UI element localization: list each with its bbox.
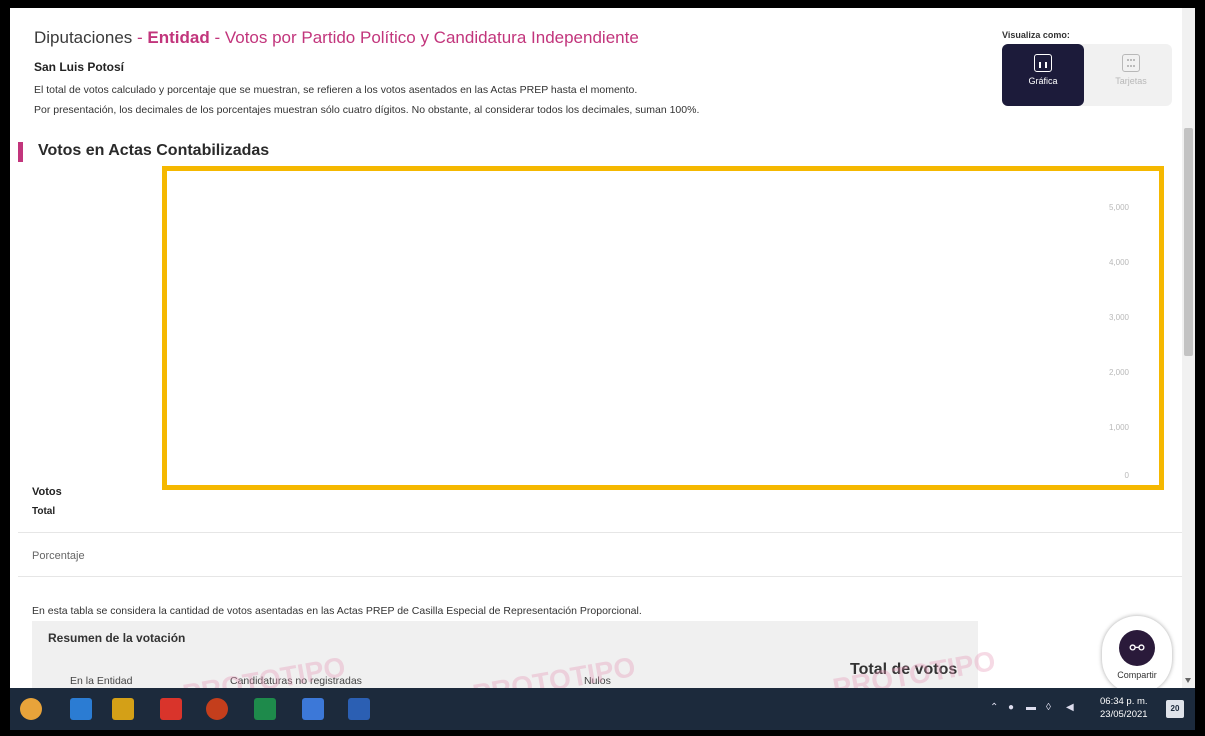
photos-icon[interactable] [302,698,324,720]
cards-view-button[interactable]: Tarjetas [1090,44,1172,106]
share-icon: ⚯ [1119,630,1155,666]
divider [18,576,1182,577]
title-separator: - [209,28,225,47]
tray-chevron-icon[interactable]: ⌃ [990,702,998,713]
page-title: Diputaciones - Entidad - Votos por Parti… [34,28,639,48]
grid-icon [1122,54,1140,72]
view-toggle: Gráfica Tarjetas [1002,44,1172,106]
y-axis-tick: 3,000 [1108,313,1129,322]
vertical-scrollbar[interactable] [1182,8,1195,688]
y-axis-tick: 1,000 [1108,423,1129,432]
system-clock[interactable]: 06:34 p. m. 23/05/2021 [1100,695,1148,721]
percentage-row-label: Porcentaje [32,550,85,562]
summary-col-entidad: En la Entidad [70,675,133,687]
page-content: Diputaciones - Entidad - Votos por Parti… [10,8,1182,688]
cards-view-label: Tarjetas [1115,76,1147,86]
total-row-label: Total [32,506,56,517]
vote-summary-panel: Resumen de la votación En la Entidad Can… [32,621,998,688]
clock-time: 06:34 p. m. [1100,696,1148,707]
watermark: PROTOTIPO [470,650,638,688]
title-level: Entidad [147,28,210,47]
votes-row-label: Votos [32,486,62,498]
view-toggle-label: Visualiza como: [1002,30,1070,40]
scroll-thumb[interactable] [1184,128,1193,356]
summary-title: Resumen de la votación [48,631,186,645]
info-note: Por presentación, los decimales de los p… [34,104,700,116]
state-name: San Luis Potosí [34,60,125,74]
watermark: PROTOTIPO [180,650,348,688]
mic-icon[interactable]: ● [1008,702,1014,713]
notification-center-icon[interactable]: 20 [1166,700,1184,718]
share-button[interactable]: ⚯ Compartir [1102,616,1172,688]
info-note: El total de votos calculado y porcentaje… [34,84,638,96]
y-axis-tick: 2,000 [1108,368,1129,377]
battery-icon[interactable]: ▬ [1026,702,1036,713]
powerpoint-icon[interactable] [206,698,228,720]
outlook-icon[interactable] [70,698,92,720]
chart-view-label: Gráfica [1028,76,1058,86]
table-note: En esta tabla se considera la cantidad d… [32,605,642,617]
network-icon[interactable]: ◊ [1046,702,1051,713]
clock-date: 23/05/2021 [1100,709,1148,720]
excel-icon[interactable] [254,698,276,720]
chart-view-button[interactable]: Gráfica [1002,44,1084,106]
browser-window: Diputaciones - Entidad - Votos por Parti… [10,8,1195,730]
share-label: Compartir [1117,670,1157,680]
section-title: Votos en Actas Contabilizadas [38,142,270,159]
y-axis-tick: 0 [1124,471,1129,480]
windows-taskbar: ⌃ ● ▬ ◊ ◀ 06:34 p. m. 23/05/2021 20 [10,688,1195,730]
scroll-down-arrow-icon[interactable] [1185,678,1191,683]
bar-chart-icon [1034,54,1052,72]
title-election: Diputaciones [34,28,133,47]
chrome-icon[interactable] [20,698,42,720]
section-accent [18,142,23,162]
y-axis-tick: 4,000 [1108,258,1129,267]
app-icon[interactable] [112,698,134,720]
word-icon[interactable] [348,698,370,720]
y-axis-tick: 5,000 [1108,203,1129,212]
volume-icon[interactable]: ◀ [1066,702,1074,713]
title-separator: - [132,28,148,47]
votes-chart-area: 5,000 4,000 3,000 2,000 1,000 0 [162,166,1164,490]
acrobat-icon[interactable] [160,698,182,720]
divider [18,532,1182,533]
title-subject: Votos por Partido Político y Candidatura… [224,28,639,47]
